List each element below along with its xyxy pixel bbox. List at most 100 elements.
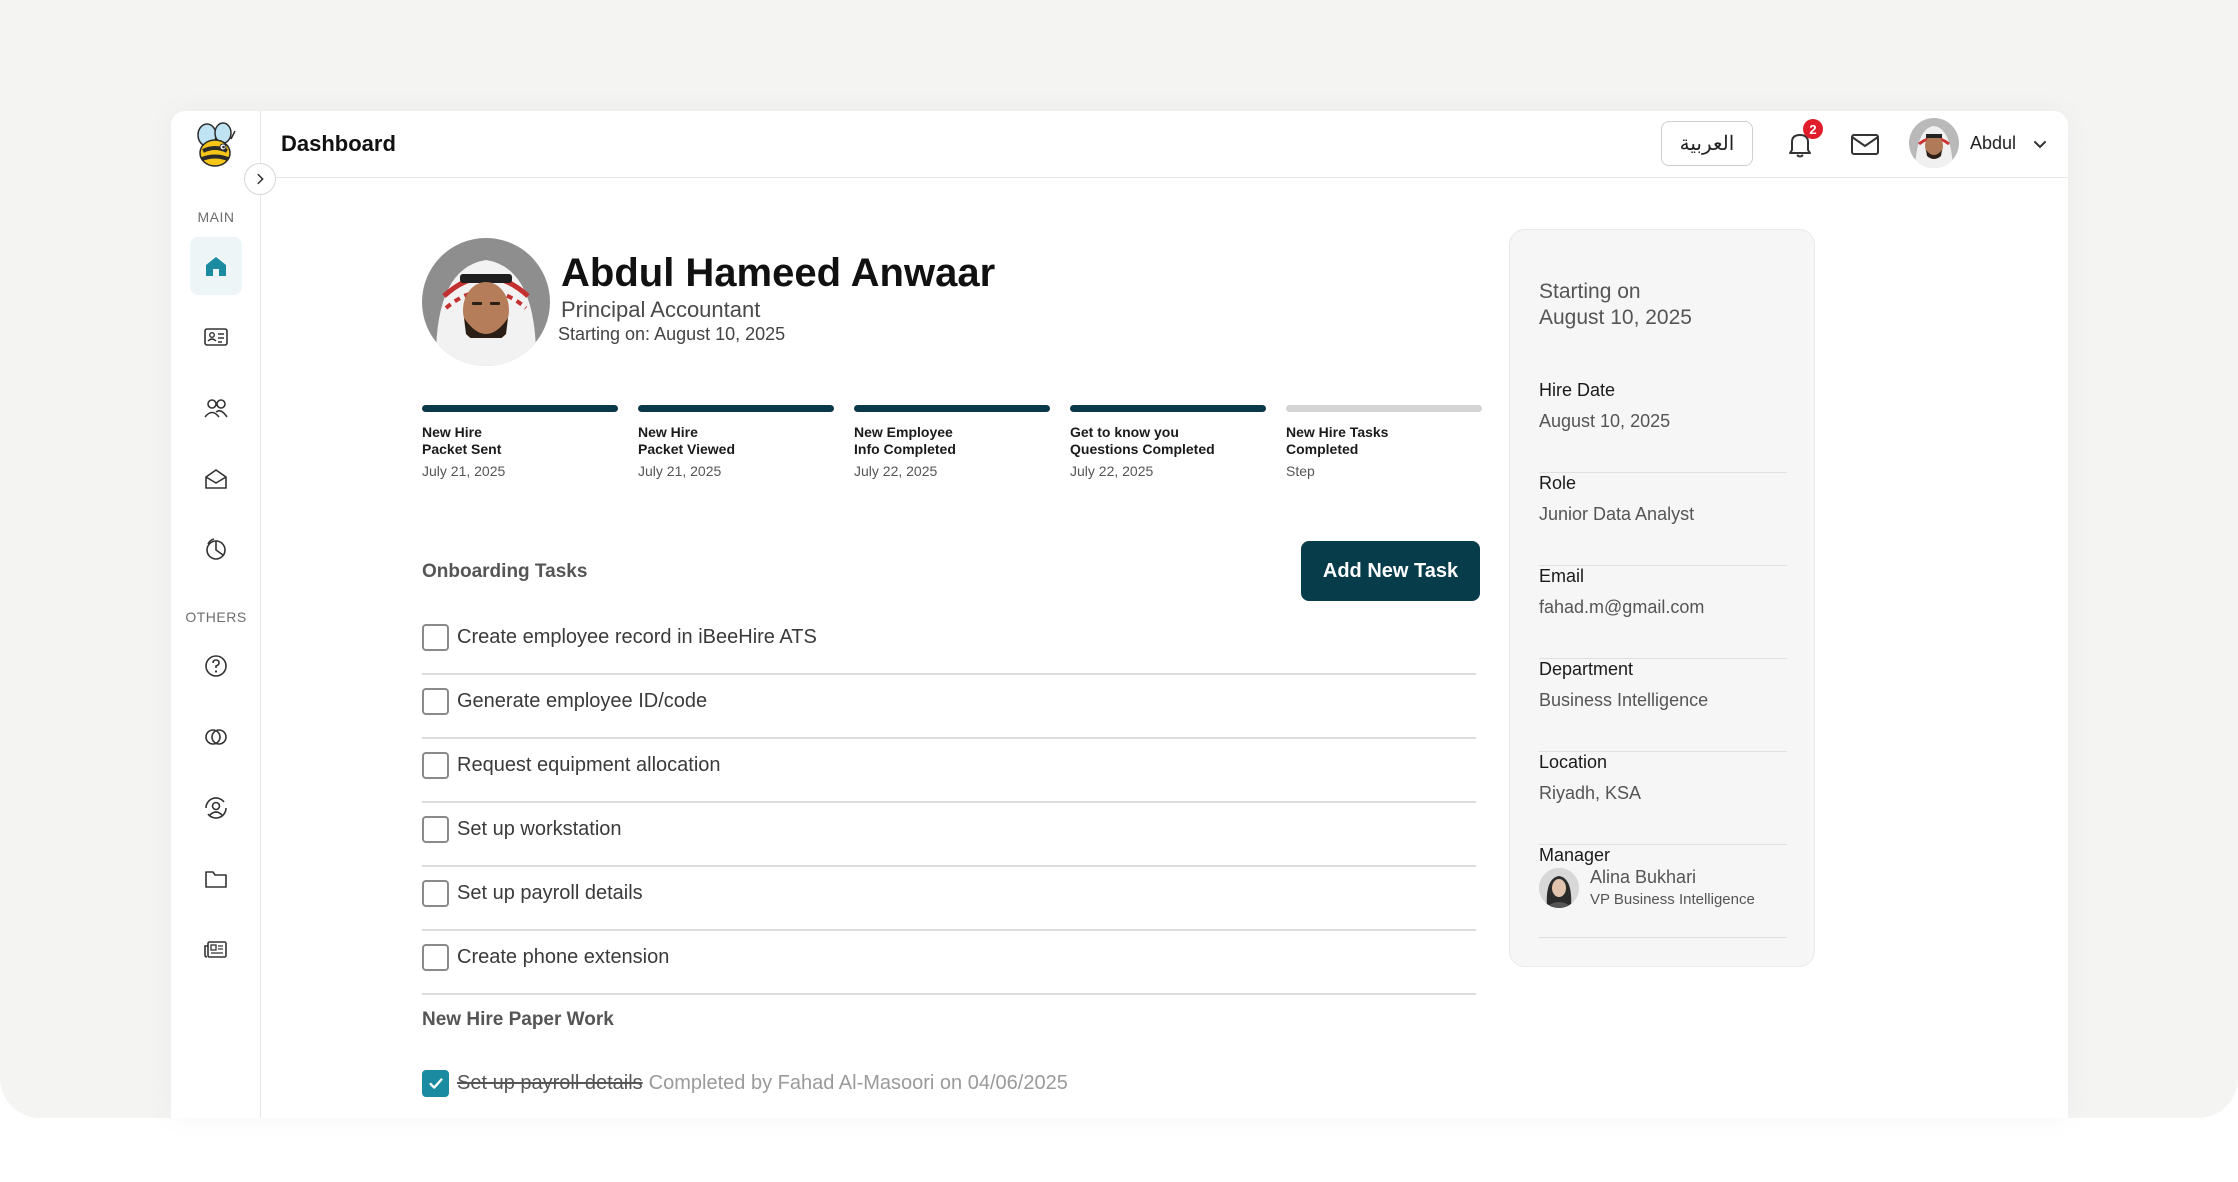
info-row-email: Email fahad.m@gmail.com: [1539, 566, 1787, 659]
info-row-manager: Manager Alina Bukhari VP Business Intell…: [1539, 845, 1787, 938]
task-checkbox[interactable]: [422, 752, 449, 779]
progress-step-title: Get to know you Questions Completed: [1070, 424, 1215, 457]
progress-step: New Employee Info Completed July 22, 202…: [854, 405, 1050, 479]
employee-name: Abdul Hameed Anwaar: [561, 251, 996, 295]
help-icon: [205, 655, 227, 677]
sidebar-others-label: OTHERS: [185, 609, 247, 625]
task-checkbox[interactable]: [422, 880, 449, 907]
employee-info-card: Starting on August 10, 2025 Hire Date Au…: [1509, 229, 1815, 967]
info-row-location: Location Riyadh, KSA: [1539, 752, 1787, 845]
task-row: Generate employee ID/code: [422, 675, 1476, 739]
notification-badge: 2: [1803, 119, 1823, 139]
task-row: Request equipment allocation: [422, 739, 1476, 803]
info-value: Business Intelligence: [1539, 690, 1709, 710]
news-icon: [204, 941, 227, 958]
sidebar-item-profile[interactable]: [190, 308, 242, 366]
mail-open-icon: [205, 469, 227, 489]
task-row: Set up workstation: [422, 803, 1476, 867]
top-header: Dashboard العربية 2 Abdul: [261, 111, 2068, 178]
progress-step-bar: [1286, 405, 1482, 412]
info-starting-date: August 10, 2025: [1539, 306, 1692, 329]
sidebar-item-team[interactable]: [190, 379, 242, 437]
info-starting: Starting on August 10, 2025: [1539, 279, 1692, 331]
info-row-hire-date: Hire Date August 10, 2025: [1539, 380, 1787, 473]
manager-title: VP Business Intelligence: [1590, 891, 1755, 908]
sidebar-item-messages[interactable]: [190, 450, 242, 508]
paperwork-title: New Hire Paper Work: [422, 1009, 614, 1030]
add-new-task-button[interactable]: Add New Task: [1301, 541, 1480, 601]
info-value: August 10, 2025: [1539, 411, 1671, 431]
info-value: Riyadh, KSA: [1539, 783, 1642, 803]
info-value: Junior Data Analyst: [1539, 504, 1695, 524]
task-row: Create employee record in iBeeHire ATS: [422, 611, 1476, 675]
link-icon: [205, 729, 227, 745]
task-row: Create phone extension: [422, 931, 1476, 995]
sidebar-item-help[interactable]: [190, 637, 242, 695]
task-checkbox[interactable]: [422, 816, 449, 843]
progress-step: New Hire Packet Viewed July 21, 2025: [638, 405, 834, 479]
id-card-icon: [204, 328, 228, 346]
user-sync-icon: [205, 797, 227, 819]
language-toggle-button[interactable]: العربية: [1661, 121, 1753, 166]
sidebar-item-files[interactable]: [190, 850, 242, 908]
task-label: Set up workstation: [457, 818, 622, 840]
sidebar-item-home[interactable]: [190, 237, 242, 295]
info-value[interactable]: fahad.m@gmail.com: [1539, 597, 1704, 618]
info-key: Hire Date: [1539, 380, 1616, 400]
users-icon: [204, 399, 228, 418]
info-row-role: Role Junior Data Analyst: [1539, 473, 1787, 566]
sidebar-item-news[interactable]: [190, 920, 242, 978]
chevron-right-icon: [257, 173, 264, 185]
pie-chart-icon: [206, 538, 226, 560]
folder-icon: [205, 871, 227, 888]
progress-step-date: July 22, 2025: [1070, 463, 1154, 479]
employee-photo: [422, 238, 550, 366]
sidebar: MAIN OTHERS: [171, 111, 276, 1118]
progress-step-bar: [854, 405, 1050, 412]
progress-step: Get to know you Questions Completed July…: [1070, 405, 1266, 479]
manager-name: Alina Bukhari: [1590, 867, 1697, 887]
progress-step-title: New Hire Tasks Completed: [1286, 424, 1389, 457]
manager-avatar: [1539, 868, 1579, 908]
info-key: Email: [1539, 566, 1585, 586]
sidebar-main-label: MAIN: [197, 209, 235, 225]
mail-icon: [1851, 134, 1879, 155]
employee-start-date: Starting on: August 10, 2025: [558, 324, 786, 344]
progress-step-bar: [422, 405, 618, 412]
task-checkbox[interactable]: [422, 688, 449, 715]
task-row: Set up payroll details: [422, 867, 1476, 931]
progress-step-bar: [638, 405, 834, 412]
completed-task-label: Set up payroll details Completed by Fahad…: [457, 1072, 1068, 1095]
onboarding-tasks-title: Onboarding Tasks: [422, 561, 588, 582]
info-key: Role: [1539, 473, 1577, 493]
task-checkbox[interactable]: [422, 944, 449, 971]
collapse-sidebar-button[interactable]: [244, 163, 276, 195]
info-key: Location: [1539, 752, 1608, 772]
task-label: Create employee record in iBeeHire ATS: [457, 626, 817, 648]
employee-role: Principal Accountant: [561, 297, 761, 322]
user-name[interactable]: Abdul: [1970, 133, 2016, 154]
messages-button[interactable]: [1849, 129, 1881, 159]
task-label: Generate employee ID/code: [457, 690, 708, 712]
task-label: Request equipment allocation: [457, 754, 721, 776]
page-title: Dashboard: [281, 131, 396, 156]
progress-step-date: Step: [1286, 463, 1315, 479]
progress-step-date: July 21, 2025: [638, 463, 722, 479]
user-menu-chevron[interactable]: [2031, 135, 2049, 153]
bee-logo-icon[interactable]: [193, 121, 239, 171]
progress-step-title: New Employee Info Completed: [854, 424, 956, 457]
info-key: Manager: [1539, 845, 1611, 865]
task-checkbox[interactable]: [422, 624, 449, 651]
app-window: MAIN OTHERS Dashboard العربية 2 Abdul Ab…: [171, 111, 2068, 1118]
home-icon: [206, 257, 226, 276]
progress-step-bar: [1070, 405, 1266, 412]
task-label: Set up payroll details: [457, 882, 643, 904]
sidebar-item-sync[interactable]: [190, 779, 242, 837]
sidebar-item-reports[interactable]: [190, 520, 242, 578]
task-checkbox-checked[interactable]: [422, 1070, 449, 1097]
sidebar-item-integrations[interactable]: [190, 708, 242, 766]
chevron-down-icon: [2034, 141, 2046, 149]
checkmark-icon: [428, 1077, 443, 1089]
info-row-department: Department Business Intelligence: [1539, 659, 1787, 752]
user-avatar[interactable]: [1909, 118, 1959, 168]
